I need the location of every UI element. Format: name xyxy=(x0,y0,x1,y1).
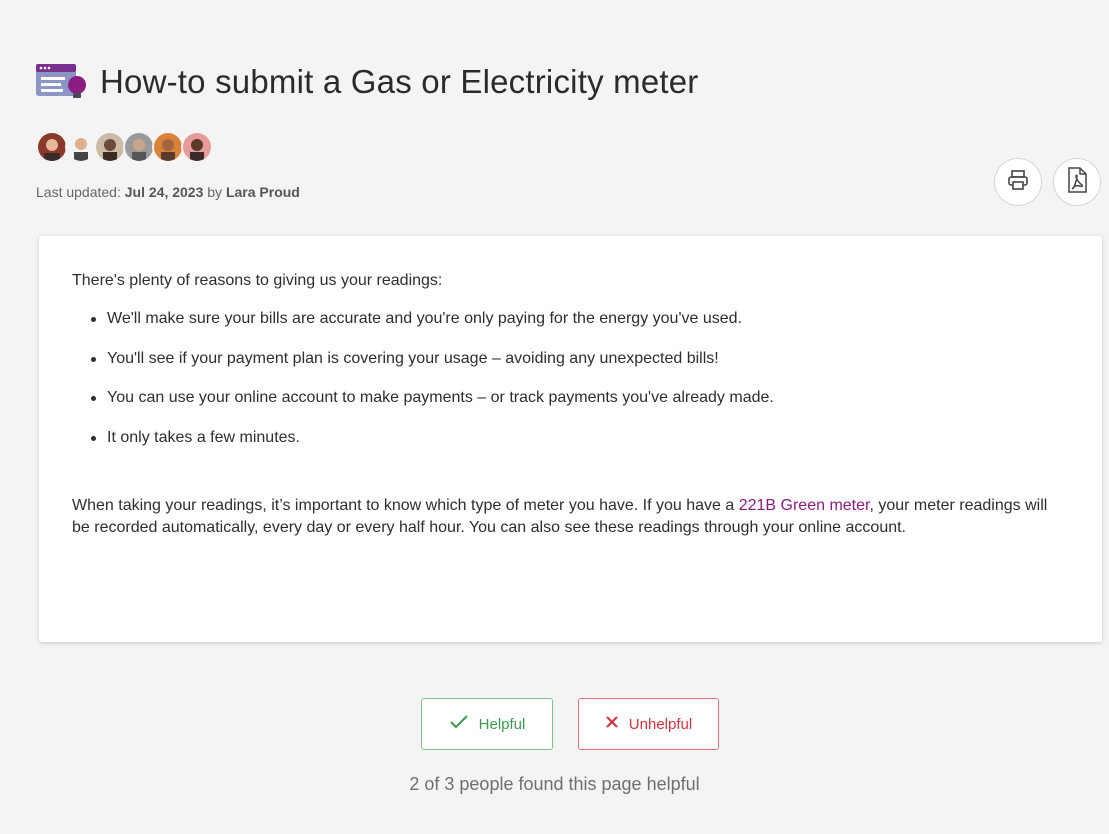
avatar[interactable] xyxy=(123,131,155,163)
list-item: You'll see if your payment plan is cover… xyxy=(91,348,1069,370)
list-item: You can use your online account to make … xyxy=(91,387,1069,409)
feedback-summary: 2 of 3 people found this page helpful xyxy=(409,774,700,794)
green-meter-link[interactable]: 221B Green meter xyxy=(739,497,870,514)
last-updated: Last updated: Jul 24, 2023 by Lara Proud xyxy=(36,184,300,200)
avatar[interactable] xyxy=(94,131,126,163)
unhelpful-label: Unhelpful xyxy=(628,715,693,733)
article-body: There's plenty of reasons to giving us y… xyxy=(39,236,1102,642)
list-item: It only takes a few minutes. xyxy=(91,427,1069,449)
avatar[interactable] xyxy=(65,131,97,163)
unhelpful-button[interactable]: Unhelpful xyxy=(578,698,719,750)
avatar[interactable] xyxy=(36,131,68,163)
benefits-list: We'll make sure your bills are accurate … xyxy=(72,308,1069,449)
pdf-icon xyxy=(1066,166,1088,198)
feedback-buttons: Helpful Unhelpful xyxy=(421,698,719,750)
page: How-to submit a Gas or Electricity meter… xyxy=(0,0,1109,834)
knowledge-article-icon xyxy=(36,60,88,104)
close-icon xyxy=(605,715,619,733)
paragraph-text-before: When taking your readings, it’s importan… xyxy=(72,496,739,514)
by-label: by xyxy=(207,184,223,200)
title-row: How-to submit a Gas or Electricity meter xyxy=(36,60,699,104)
contributor-avatars xyxy=(36,131,213,163)
avatar[interactable] xyxy=(181,131,213,163)
updated-label: Last updated: xyxy=(36,184,121,200)
meter-type-paragraph: When taking your readings, it’s importan… xyxy=(72,495,1069,540)
updated-date: Jul 24, 2023 xyxy=(124,184,204,200)
article-actions xyxy=(994,158,1101,206)
page-title: How-to submit a Gas or Electricity meter xyxy=(100,63,699,100)
list-item: We'll make sure your bills are accurate … xyxy=(91,308,1069,330)
intro-text: There's plenty of reasons to giving us y… xyxy=(72,272,443,289)
pdf-button[interactable] xyxy=(1053,158,1101,206)
helpful-label: Helpful xyxy=(478,715,526,733)
avatar[interactable] xyxy=(152,131,184,163)
author-name[interactable]: Lara Proud xyxy=(226,184,300,200)
print-button[interactable] xyxy=(994,158,1042,206)
checkmark-icon xyxy=(449,714,469,734)
print-icon xyxy=(1006,168,1030,197)
helpful-button[interactable]: Helpful xyxy=(421,698,553,750)
